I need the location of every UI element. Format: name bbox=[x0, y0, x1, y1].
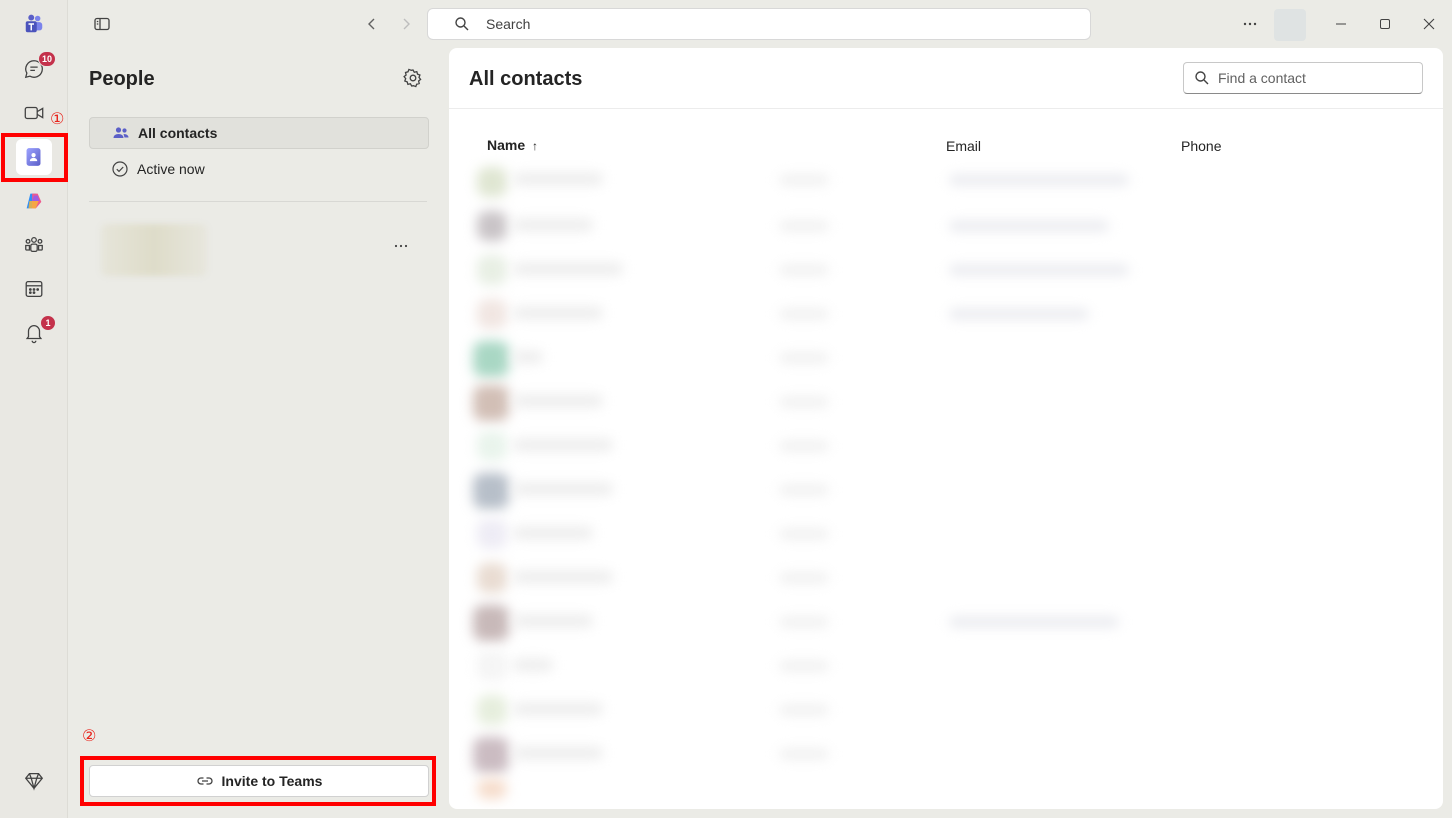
annotation-2: ② bbox=[82, 726, 97, 745]
maximize-icon[interactable] bbox=[1373, 12, 1397, 36]
highlight-box-people bbox=[1, 133, 68, 182]
activity-button[interactable]: 1 bbox=[16, 315, 56, 351]
table-row[interactable] bbox=[469, 161, 1429, 205]
nav-all-contacts[interactable]: All contacts bbox=[89, 117, 429, 149]
column-header-email[interactable]: Email bbox=[946, 138, 981, 154]
header-divider bbox=[449, 108, 1443, 109]
table-row[interactable] bbox=[469, 425, 1429, 469]
sort-up-icon: ↑ bbox=[532, 139, 539, 153]
check-circle-icon bbox=[112, 161, 128, 177]
premium-button[interactable] bbox=[16, 763, 52, 799]
settings-gear-icon[interactable] bbox=[403, 68, 425, 90]
people-pane: People All contacts Active now ② Invite … bbox=[69, 48, 447, 818]
minimize-icon[interactable] bbox=[1329, 12, 1353, 36]
contact-group-card[interactable] bbox=[101, 224, 207, 276]
nav-active-now-label: Active now bbox=[137, 161, 205, 177]
link-icon bbox=[196, 777, 213, 785]
contacts-icon bbox=[113, 127, 129, 138]
table-row[interactable] bbox=[469, 293, 1429, 337]
search-placeholder: Search bbox=[486, 16, 531, 32]
table-row[interactable] bbox=[469, 689, 1429, 733]
column-header-phone[interactable]: Phone bbox=[1181, 138, 1221, 154]
chat-button[interactable]: 10 bbox=[16, 51, 56, 87]
meet-button[interactable] bbox=[16, 95, 52, 131]
table-row[interactable] bbox=[469, 205, 1429, 249]
calendar-button[interactable] bbox=[16, 271, 52, 307]
table-row[interactable] bbox=[469, 381, 1429, 425]
table-row[interactable] bbox=[469, 645, 1429, 689]
page-title: People bbox=[89, 68, 155, 90]
invite-to-teams-button[interactable]: Invite to Teams bbox=[89, 765, 429, 797]
back-icon[interactable] bbox=[360, 12, 384, 36]
table-row[interactable] bbox=[469, 777, 1429, 809]
search-input[interactable]: Search bbox=[427, 8, 1091, 40]
table-row[interactable] bbox=[469, 733, 1429, 777]
activity-badge: 1 bbox=[40, 315, 56, 331]
search-icon bbox=[455, 17, 469, 31]
app-rail: 10 ① 1 bbox=[0, 0, 68, 818]
column-header-name[interactable]: Name ↑ bbox=[487, 137, 538, 153]
teams-logo-icon bbox=[16, 6, 52, 42]
table-row[interactable] bbox=[469, 249, 1429, 293]
nav-active-now[interactable]: Active now bbox=[89, 153, 429, 185]
more-options-icon[interactable] bbox=[1238, 12, 1262, 36]
title-bar: Search bbox=[68, 0, 1452, 48]
teams-button[interactable] bbox=[16, 227, 52, 263]
forward-icon[interactable] bbox=[394, 12, 418, 36]
table-row[interactable] bbox=[469, 337, 1429, 381]
chat-badge: 10 bbox=[37, 51, 56, 67]
copilot-button[interactable] bbox=[16, 183, 52, 219]
annotation-1: ① bbox=[50, 109, 65, 128]
close-icon[interactable] bbox=[1417, 12, 1441, 36]
find-placeholder: Find a contact bbox=[1218, 70, 1306, 86]
find-contact-input[interactable]: Find a contact bbox=[1183, 62, 1423, 94]
profile-avatar[interactable] bbox=[1274, 9, 1306, 41]
invite-label: Invite to Teams bbox=[221, 773, 323, 789]
search-icon bbox=[1195, 71, 1209, 85]
contacts-main: All contacts Find a contact Name ↑ Email… bbox=[449, 48, 1443, 809]
table-row[interactable] bbox=[469, 557, 1429, 601]
divider bbox=[89, 201, 427, 202]
group-more-icon[interactable] bbox=[389, 234, 413, 258]
table-row[interactable] bbox=[469, 601, 1429, 645]
table-row[interactable] bbox=[469, 513, 1429, 557]
sidebar-toggle-icon[interactable] bbox=[90, 12, 114, 36]
main-title: All contacts bbox=[469, 68, 583, 90]
nav-all-contacts-label: All contacts bbox=[138, 125, 218, 141]
table-row[interactable] bbox=[469, 469, 1429, 513]
